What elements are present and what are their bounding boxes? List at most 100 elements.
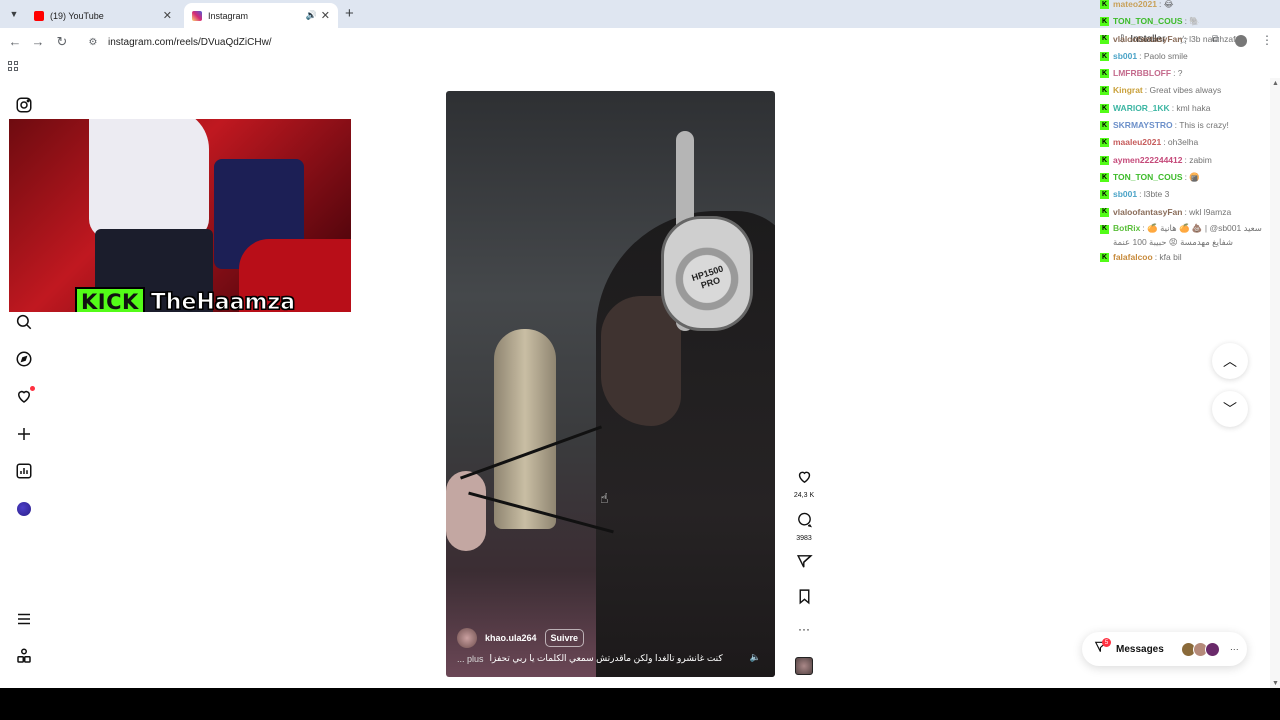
bookmark-icon — [799, 589, 809, 605]
chat-message: Kmateo2021: 😂 — [1100, 0, 1280, 13]
share-button[interactable] — [794, 553, 814, 575]
reel-caption: ... plus كنت غانشرو تالغدا ولكن ماقدرتش … — [457, 653, 737, 664]
chat-username: sb001 — [1113, 189, 1138, 200]
youtube-icon — [34, 10, 44, 21]
chat-message: K TON_TON_COUS: 🍘 — [1100, 169, 1280, 186]
chat-message: K SKRMAYSTRO: This is crazy! — [1100, 117, 1280, 134]
chat-message: K TON_TON_COUS: 🐘 — [1100, 13, 1280, 30]
kick-badge-icon: K — [1100, 17, 1109, 27]
chat-text: : 🐘 — [1184, 16, 1200, 27]
kick-badge-icon: K — [1100, 103, 1109, 113]
chat-message: K WARIOR_1KK: kml haka — [1100, 100, 1280, 117]
chat-text: : wkl l9amza — [1184, 206, 1232, 217]
chat-message: KvlaloofantasyFan: wkl l9amza — [1100, 204, 1280, 221]
tab-title: (19) YouTube — [50, 10, 104, 21]
chat-text: : l3b nari hzaf — [1184, 33, 1236, 44]
author-avatar[interactable] — [457, 628, 477, 648]
messages-pill[interactable]: 5 Messages ··· — [1082, 632, 1247, 666]
apps-grid-icon[interactable] — [8, 61, 18, 71]
forward-arrow-icon[interactable]: → — [30, 34, 46, 50]
caption-more-link[interactable]: ... plus — [457, 654, 484, 664]
chat-username: TON_TON_COUS — [1113, 171, 1183, 182]
site-info-icon[interactable]: ⚙ — [86, 35, 100, 49]
chat-username: Kingrat — [1113, 85, 1143, 96]
search-icon[interactable] — [15, 313, 33, 331]
chevron-up-icon: ︿ — [1223, 353, 1237, 369]
chat-username: vlaloofantasyFan — [1113, 206, 1183, 217]
comment-button[interactable]: 3983 — [794, 511, 814, 542]
chat-message: K LMFRBBLOFF: ? — [1100, 65, 1280, 82]
streamer-torso — [89, 119, 209, 239]
kick-badge-icon: K — [1100, 190, 1109, 200]
mouse-cursor-icon: ☝ — [600, 490, 609, 506]
kick-badge-icon: K — [1100, 172, 1109, 182]
dashboard-chart-icon[interactable] — [15, 462, 33, 480]
comment-count: 3983 — [796, 535, 812, 542]
kick-badge-icon: K — [1100, 121, 1109, 131]
chat-username: TON_TON_COUS — [1113, 16, 1183, 27]
close-tab-icon[interactable]: ✕ — [321, 9, 330, 22]
chat-message: Ksb001: l3bte 3 — [1100, 186, 1280, 203]
chat-text: : zabim — [1184, 154, 1212, 165]
notifications-heart-icon[interactable] — [15, 386, 35, 405]
video-hand — [446, 471, 486, 551]
reel-video[interactable]: HP1500 PRO khao.ula264 Suivre ... plus ك… — [446, 91, 775, 677]
kick-badge-icon: K — [1100, 155, 1109, 165]
create-plus-icon[interactable] — [15, 425, 33, 443]
new-tab-button[interactable]: + — [345, 6, 354, 22]
messages-more-icon: ··· — [1229, 644, 1239, 654]
follow-button[interactable]: Suivre — [544, 629, 585, 647]
kick-badge-icon: K — [1100, 224, 1109, 234]
chat-text: : kml haka — [1171, 102, 1211, 113]
chat-message: Kfalafalcoo: kfa bil — [1100, 249, 1280, 266]
kick-logo: KICK — [75, 287, 145, 312]
chat-username: BotRix — [1113, 222, 1141, 233]
kick-badge-icon: K — [1100, 0, 1109, 9]
address-bar[interactable]: ⚙ instagram.com/reels/DVuaQdZiCHw/ — [80, 31, 1110, 53]
chat-username: SKRMAYSTRO — [1113, 120, 1173, 131]
chat-text: : 😂 — [1158, 0, 1174, 9]
tab-instagram[interactable]: Instagram 🔊 ✕ — [184, 3, 338, 28]
chat-username: sb001 — [1113, 50, 1138, 61]
browser-tab-strip: ▼ (19) YouTube ✕ Instagram 🔊 ✕ + — [0, 0, 1280, 28]
browser-toolbar: ← → ↻ ⚙ instagram.com/reels/DVuaQdZiCHw/ — [0, 28, 1280, 56]
tab-search-chevron-icon[interactable]: ▼ — [6, 6, 22, 22]
chat-text: : This is crazy! — [1174, 120, 1229, 131]
explore-compass-icon[interactable] — [15, 350, 33, 368]
messages-avatars — [1180, 641, 1220, 657]
kick-badge-icon: K — [1100, 86, 1109, 96]
chat-username: WARIOR_1KK — [1113, 102, 1170, 113]
audio-thumbnail[interactable] — [795, 657, 813, 675]
previous-reel-button[interactable]: ︿ — [1212, 343, 1248, 379]
kick-badge-icon: K — [1100, 252, 1109, 262]
chat-username: mateo2021 — [1113, 0, 1157, 9]
more-options-icon[interactable]: ··· — [794, 622, 814, 636]
kick-chat-overlay: Kmateo2021: 😂 K TON_TON_COUS: 🐘 Kvlaloofant… — [1100, 0, 1280, 266]
like-heart-icon — [798, 471, 810, 484]
next-reel-button[interactable]: ﹀ — [1212, 391, 1248, 427]
scroll-down-arrow-icon[interactable]: ▼ — [1272, 680, 1279, 687]
stream-branding: KICK TheHaamza — [75, 287, 296, 312]
also-from-meta-icon[interactable] — [15, 647, 33, 665]
save-button[interactable] — [794, 588, 814, 610]
sound-toggle-icon[interactable]: 🔈 — [750, 652, 761, 663]
author-name[interactable]: khao.ula264 — [485, 633, 537, 643]
kick-badge-icon: K — [1100, 69, 1109, 79]
chat-text: : kfa bil — [1154, 251, 1182, 262]
comment-bubble-icon — [797, 512, 812, 528]
chat-message: K BotRix: 🍊 هانية 🍊 💩 | @sb001 سعيد شفايغ… — [1100, 221, 1280, 249]
back-arrow-icon[interactable]: ← — [7, 34, 23, 50]
speaker-icon[interactable]: 🔊 — [306, 10, 317, 21]
profile-avatar-icon[interactable] — [15, 500, 33, 518]
chat-text: : l3bte 3 — [1139, 189, 1170, 200]
like-count: 24,3 K — [793, 492, 815, 499]
instagram-icon — [192, 10, 202, 21]
chat-text: : ? — [1173, 68, 1183, 79]
close-tab-icon[interactable]: ✕ — [163, 9, 172, 22]
tab-youtube[interactable]: (19) YouTube ✕ — [26, 3, 180, 28]
more-menu-icon[interactable] — [15, 610, 33, 628]
like-button[interactable]: 24,3 K — [794, 468, 814, 499]
reload-icon[interactable]: ↻ — [54, 34, 70, 50]
instagram-logo-icon[interactable] — [15, 96, 33, 114]
tab-title: Instagram — [208, 10, 249, 21]
